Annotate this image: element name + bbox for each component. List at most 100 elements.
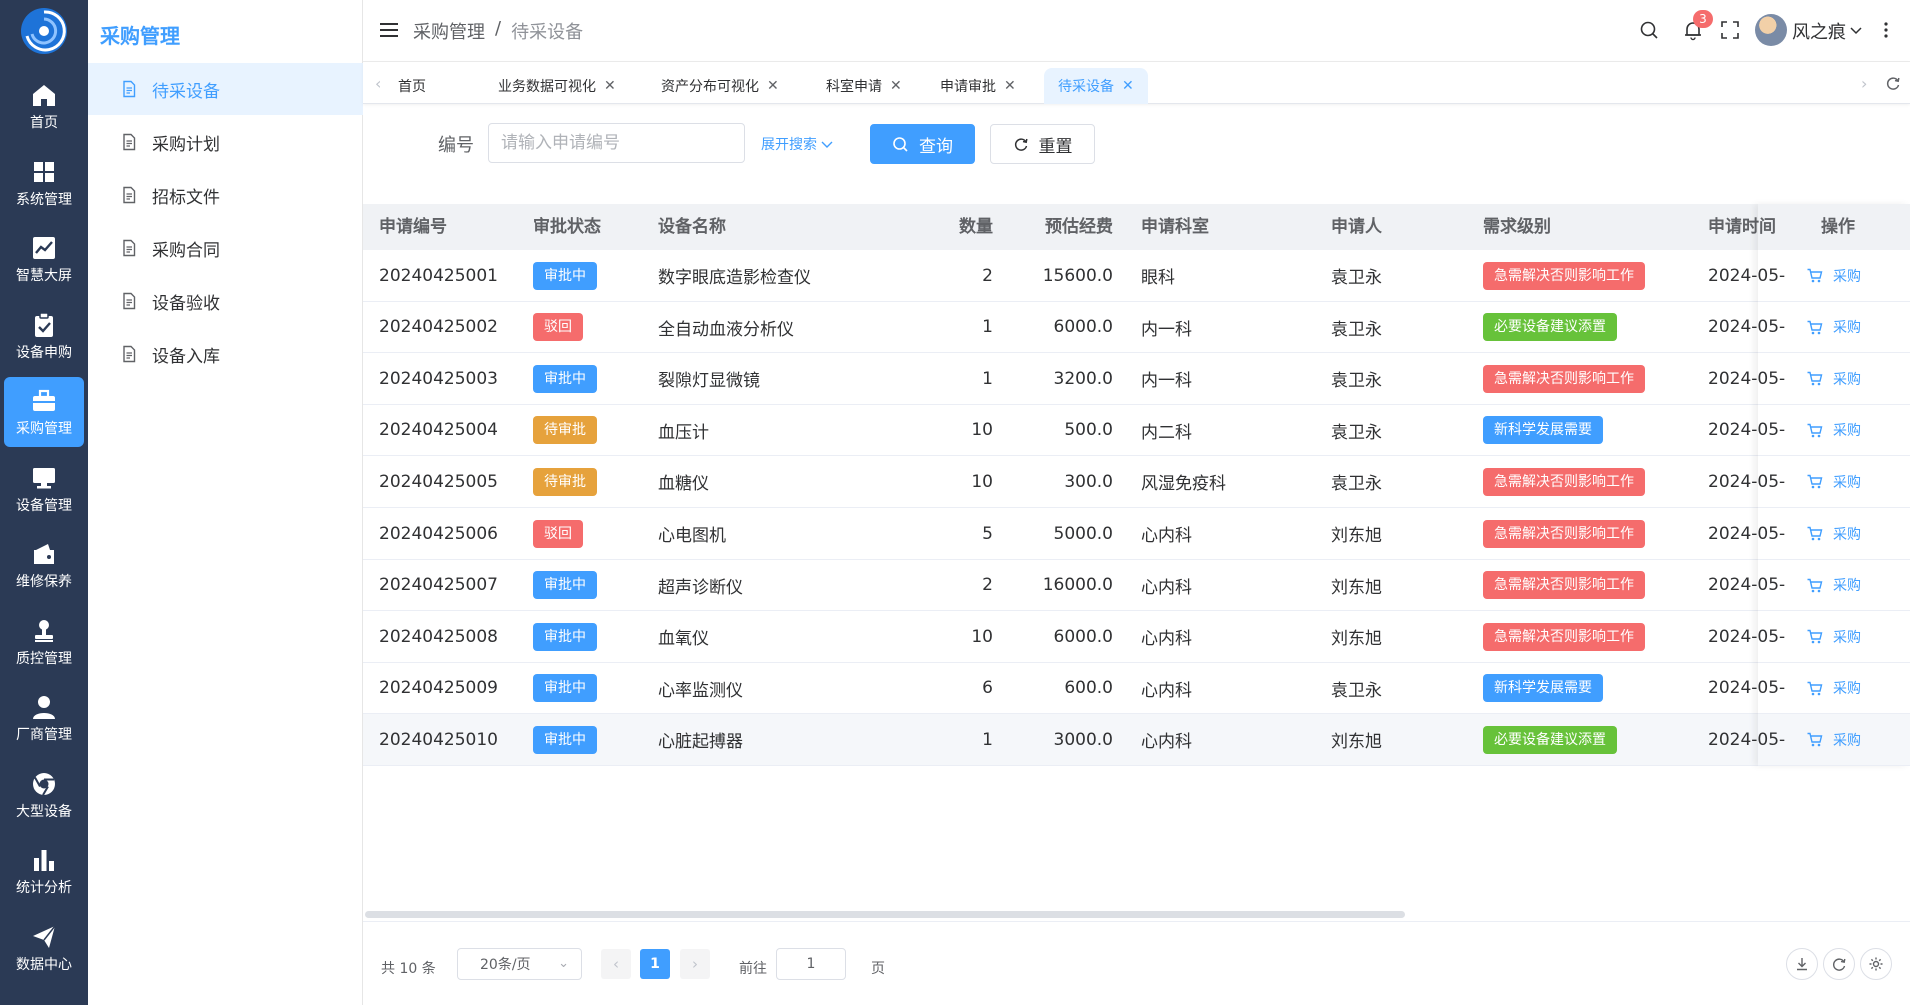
tab-1[interactable]: 业务数据可视化 ✕ xyxy=(484,68,630,104)
rail-item-11[interactable]: 数据中心 xyxy=(4,913,84,983)
tab-0[interactable]: 首页 xyxy=(384,68,440,104)
table-row[interactable]: 20240425001 审批中 数字眼底造影检查仪 2 15600.0 眼科 袁卫永 急需解决… xyxy=(363,250,1910,302)
reset-button[interactable]: 重置 xyxy=(990,124,1095,164)
cell-application-no: 20240425005 xyxy=(379,471,498,492)
rail-item-2[interactable]: 智慧大屏 xyxy=(4,224,84,294)
cart-icon xyxy=(1807,733,1823,747)
table-row[interactable]: 20240425010 审批中 心脏起搏器 1 3000.0 心内科 刘东旭 必要设备建议添置… xyxy=(363,714,1910,766)
close-icon[interactable]: ✕ xyxy=(1004,78,1016,94)
col-budget-header: 预估经费 xyxy=(1045,217,1113,237)
goto-page-input[interactable] xyxy=(776,948,846,980)
cell-device-name: 裂隙灯显微镜 xyxy=(658,371,760,392)
purchase-button[interactable]: 采购 xyxy=(1806,420,1861,440)
cell-budget: 6000.0 xyxy=(1053,317,1113,338)
cart-icon xyxy=(1807,423,1823,438)
refresh-table-button[interactable] xyxy=(1823,948,1855,980)
close-icon[interactable]: ✕ xyxy=(604,78,616,94)
cell-status: 审批中 xyxy=(533,611,597,662)
submenu-item-3[interactable]: 采购合同 xyxy=(88,222,363,274)
rail-item-0[interactable]: 首页 xyxy=(4,71,84,141)
table-row[interactable]: 20240425006 驳回 心电图机 5 5000.0 心内科 刘东旭 急需解决否则影响工作… xyxy=(363,508,1910,560)
tab-3[interactable]: 科室申请 ✕ xyxy=(812,68,916,104)
prev-page-button[interactable]: ‹ xyxy=(601,949,631,979)
close-icon[interactable]: ✕ xyxy=(767,78,779,94)
table-row[interactable]: 20240425009 审批中 心率监测仪 6 600.0 心内科 袁卫永 新科学发展需要 20… xyxy=(363,663,1910,715)
cell-status: 驳回 xyxy=(533,508,583,559)
menu-toggle-icon[interactable] xyxy=(379,20,399,40)
rail-item-6[interactable]: 维修保养 xyxy=(4,530,84,600)
query-button[interactable]: 查询 xyxy=(870,124,975,164)
tab-label: 首页 xyxy=(398,79,426,95)
rail-item-8[interactable]: 厂商管理 xyxy=(4,683,84,753)
close-icon[interactable]: ✕ xyxy=(890,78,902,94)
purchase-button[interactable]: 采购 xyxy=(1806,472,1861,492)
rail-item-9[interactable]: 大型设备 xyxy=(4,760,84,830)
tab-4[interactable]: 申请审批 ✕ xyxy=(926,68,1030,104)
table-row[interactable]: 20240425003 审批中 裂隙灯显微镜 1 3200.0 内一科 袁卫永 急需解决否则影… xyxy=(363,353,1910,405)
table-settings-button[interactable] xyxy=(1860,948,1892,980)
table-row[interactable]: 20240425008 审批中 血氧仪 10 6000.0 心内科 刘东旭 急需解决否则影响工… xyxy=(363,611,1910,663)
search-icon[interactable] xyxy=(1638,19,1660,41)
username[interactable]: 风之痕 xyxy=(1792,18,1846,44)
cell-department: 风湿免疫科 xyxy=(1141,474,1226,495)
purchase-label: 采购 xyxy=(1833,371,1861,388)
breadcrumb-item-parent[interactable]: 采购管理 xyxy=(413,18,485,44)
rail-item-7[interactable]: 质控管理 xyxy=(4,607,84,677)
fullscreen-icon[interactable] xyxy=(1719,19,1741,41)
rail-item-5[interactable]: 设备管理 xyxy=(4,454,84,524)
rail-item-4[interactable]: 采购管理 xyxy=(4,377,84,447)
cell-status: 审批中 xyxy=(533,663,597,714)
purchase-button[interactable]: 采购 xyxy=(1806,317,1861,337)
table-row[interactable]: 20240425007 审批中 超声诊断仪 2 16000.0 心内科 刘东旭 急需解决否则影… xyxy=(363,560,1910,612)
export-button[interactable] xyxy=(1786,948,1818,980)
horizontal-scrollbar[interactable] xyxy=(365,911,1405,918)
tab-5[interactable]: 待采设备 ✕ xyxy=(1044,68,1148,104)
page-size-value: 20条/页 xyxy=(480,957,531,973)
grid-icon xyxy=(34,161,54,182)
tab-scroll-right-icon[interactable]: › xyxy=(1861,74,1867,93)
page-size-select[interactable]: 20条/页 ⌄ xyxy=(457,948,582,980)
rail-item-3[interactable]: 设备申购 xyxy=(4,301,84,371)
purchase-button[interactable]: 采购 xyxy=(1806,575,1861,595)
level-badge: 急需解决否则影响工作 xyxy=(1483,364,1645,393)
purchase-label: 采购 xyxy=(1833,578,1861,595)
refresh-tab-icon[interactable] xyxy=(1885,75,1901,91)
tab-bar: ‹ 首页 业务数据可视化 ✕ 资产分布可视化 ✕ 科室申请 ✕ 申请审批 ✕ 待采设备 ✕ › xyxy=(363,62,1910,104)
cell-status: 审批中 xyxy=(533,560,597,611)
table-row[interactable]: 20240425004 待审批 血压计 10 500.0 内二科 袁卫永 新科学发展需要 202… xyxy=(363,405,1910,457)
purchase-button[interactable]: 采购 xyxy=(1806,524,1861,544)
cell-applicant: 袁卫永 xyxy=(1331,371,1382,392)
rail-item-10[interactable]: 统计分析 xyxy=(4,836,84,906)
expand-search-link[interactable]: 展开搜索 xyxy=(761,134,833,154)
chevron-down-icon[interactable] xyxy=(1848,19,1864,41)
table-row[interactable]: 20240425005 待审批 血糖仪 10 300.0 风湿免疫科 袁卫永 急需解决否则影响… xyxy=(363,456,1910,508)
cell-applicant: 袁卫永 xyxy=(1331,268,1382,288)
purchase-button[interactable]: 采购 xyxy=(1806,627,1861,647)
submenu-item-2[interactable]: 招标文件 xyxy=(88,169,363,221)
more-vertical-icon[interactable] xyxy=(1880,19,1892,41)
purchase-button[interactable]: 采购 xyxy=(1806,266,1861,286)
submenu-item-1[interactable]: 采购计划 xyxy=(88,116,363,168)
application-no-input[interactable] xyxy=(488,123,745,163)
purchase-button[interactable]: 采购 xyxy=(1806,730,1861,750)
page-number-current[interactable]: 1 xyxy=(640,949,670,979)
next-page-button[interactable]: › xyxy=(680,949,710,979)
table-row[interactable]: 20240425002 驳回 全自动血液分析仪 1 6000.0 内一科 袁卫永 必要设备建议… xyxy=(363,302,1910,354)
cell-device-name: 超声诊断仪 xyxy=(658,577,743,598)
level-badge: 必要设备建议添置 xyxy=(1483,313,1617,342)
level-badge: 必要设备建议添置 xyxy=(1483,725,1617,754)
tab-scroll-left-icon[interactable]: ‹ xyxy=(375,74,381,93)
rail-item-1[interactable]: 系统管理 xyxy=(4,148,84,218)
cell-status: 审批中 xyxy=(533,714,597,765)
submenu-item-5[interactable]: 设备入库 xyxy=(88,328,363,380)
cell-level: 急需解决否则影响工作 xyxy=(1483,560,1645,611)
tab-2[interactable]: 资产分布可视化 ✕ xyxy=(647,68,793,104)
submenu-item-0[interactable]: 待采设备 xyxy=(88,63,363,115)
avatar[interactable] xyxy=(1755,14,1787,46)
close-icon[interactable]: ✕ xyxy=(1122,78,1134,94)
purchase-button[interactable]: 采购 xyxy=(1806,678,1861,698)
submenu-item-4[interactable]: 设备验收 xyxy=(88,275,363,327)
purchase-button[interactable]: 采购 xyxy=(1806,369,1861,389)
status-badge: 审批中 xyxy=(533,725,597,754)
cell-application-no: 20240425003 xyxy=(379,368,498,389)
